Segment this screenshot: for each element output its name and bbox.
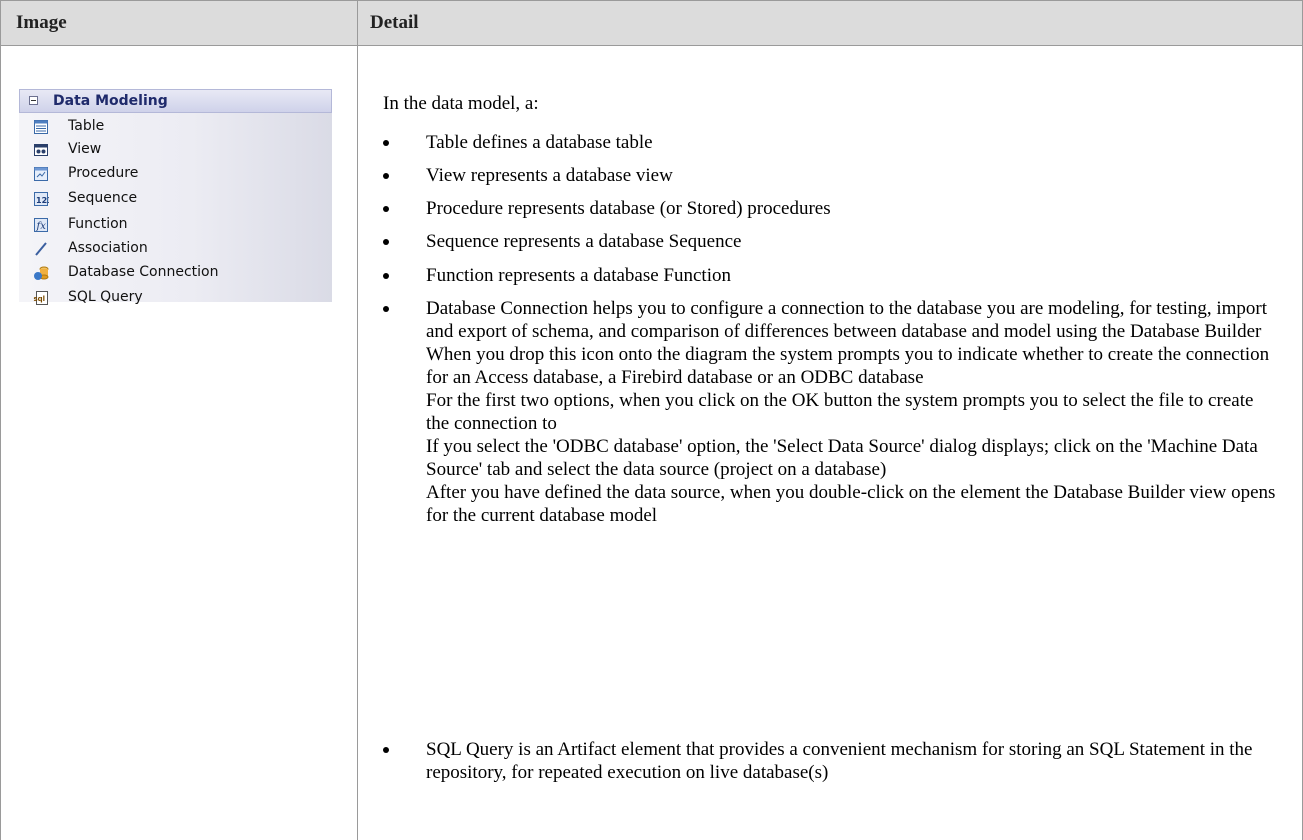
bullet-icon [383,239,389,245]
bullet-icon [383,173,389,179]
bullet-text: After you have defined the data source, … [426,482,1276,526]
header-detail: Detail [370,12,419,33]
data-modeling-toolbox: Data Modeling Table View Procedure 123 S… [19,89,332,305]
bullet-text: Procedure represents database (or Stored… [426,198,831,219]
bullet-text: For the first two options, when you clic… [426,390,1254,434]
toolbox-item-sequence[interactable]: 123 Sequence [33,185,323,213]
toolbox-item-procedure[interactable]: Procedure [33,160,323,188]
bullet-text: When you drop this icon onto the diagram… [426,344,1270,388]
procedure-icon [34,167,48,181]
association-icon [35,242,47,256]
toolbox-header[interactable]: Data Modeling [19,89,332,113]
table-icon [34,120,48,134]
bullet-text: Sequence represents a database Sequence [426,231,742,252]
column-divider [357,0,358,840]
collapse-icon[interactable] [29,96,38,105]
bullet-icon [383,306,389,312]
sequence-icon: 123 [34,192,49,206]
svg-text:fx: fx [36,221,47,232]
toolbox-item-label: View [68,141,102,157]
bullet-text: Table defines a database table [426,132,653,153]
toolbox-item-label: Procedure [68,165,139,181]
toolbox-item-database-connection[interactable]: Database Connection [33,259,323,287]
table-border-left [0,0,1,840]
toolbox-item-sql-query[interactable]: sql SQL Query [33,284,323,312]
toolbox-item-label: SQL Query [68,289,143,305]
sql-query-icon: sql [34,291,48,305]
bullet-text: Function represents a database Function [426,265,731,286]
toolbox-item-label: Table [68,118,105,134]
toolbox-item-label: Sequence [68,190,138,206]
bullet-text: View represents a database view [426,165,673,186]
toolbox-item-label: Association [68,240,148,256]
svg-text:123: 123 [36,196,49,205]
bullet-text: SQL Query is an Artifact element that pr… [426,739,1253,783]
bullet-text: If you select the 'ODBC database' option… [426,436,1258,480]
bullet-text: Database Connection helps you to configu… [426,298,1268,342]
bullet-icon [383,206,389,212]
toolbox-item-label: Function [68,216,128,232]
detail-intro: In the data model, a: [383,93,539,114]
svg-text:sql: sql [34,295,46,303]
toolbox-title: Data Modeling [53,93,168,109]
bullet-icon [383,747,389,753]
toolbox-item-label: Database Connection [68,264,219,280]
bullet-icon [383,273,389,279]
view-icon [34,144,48,156]
table-header: Image Detail [0,0,1303,46]
detail-table: Image Detail Data Modeling Table View Pr… [0,0,1303,840]
header-image: Image [16,12,67,33]
bullet-icon [383,140,389,146]
function-icon: fx [34,218,48,232]
database-connection-icon [34,266,49,280]
